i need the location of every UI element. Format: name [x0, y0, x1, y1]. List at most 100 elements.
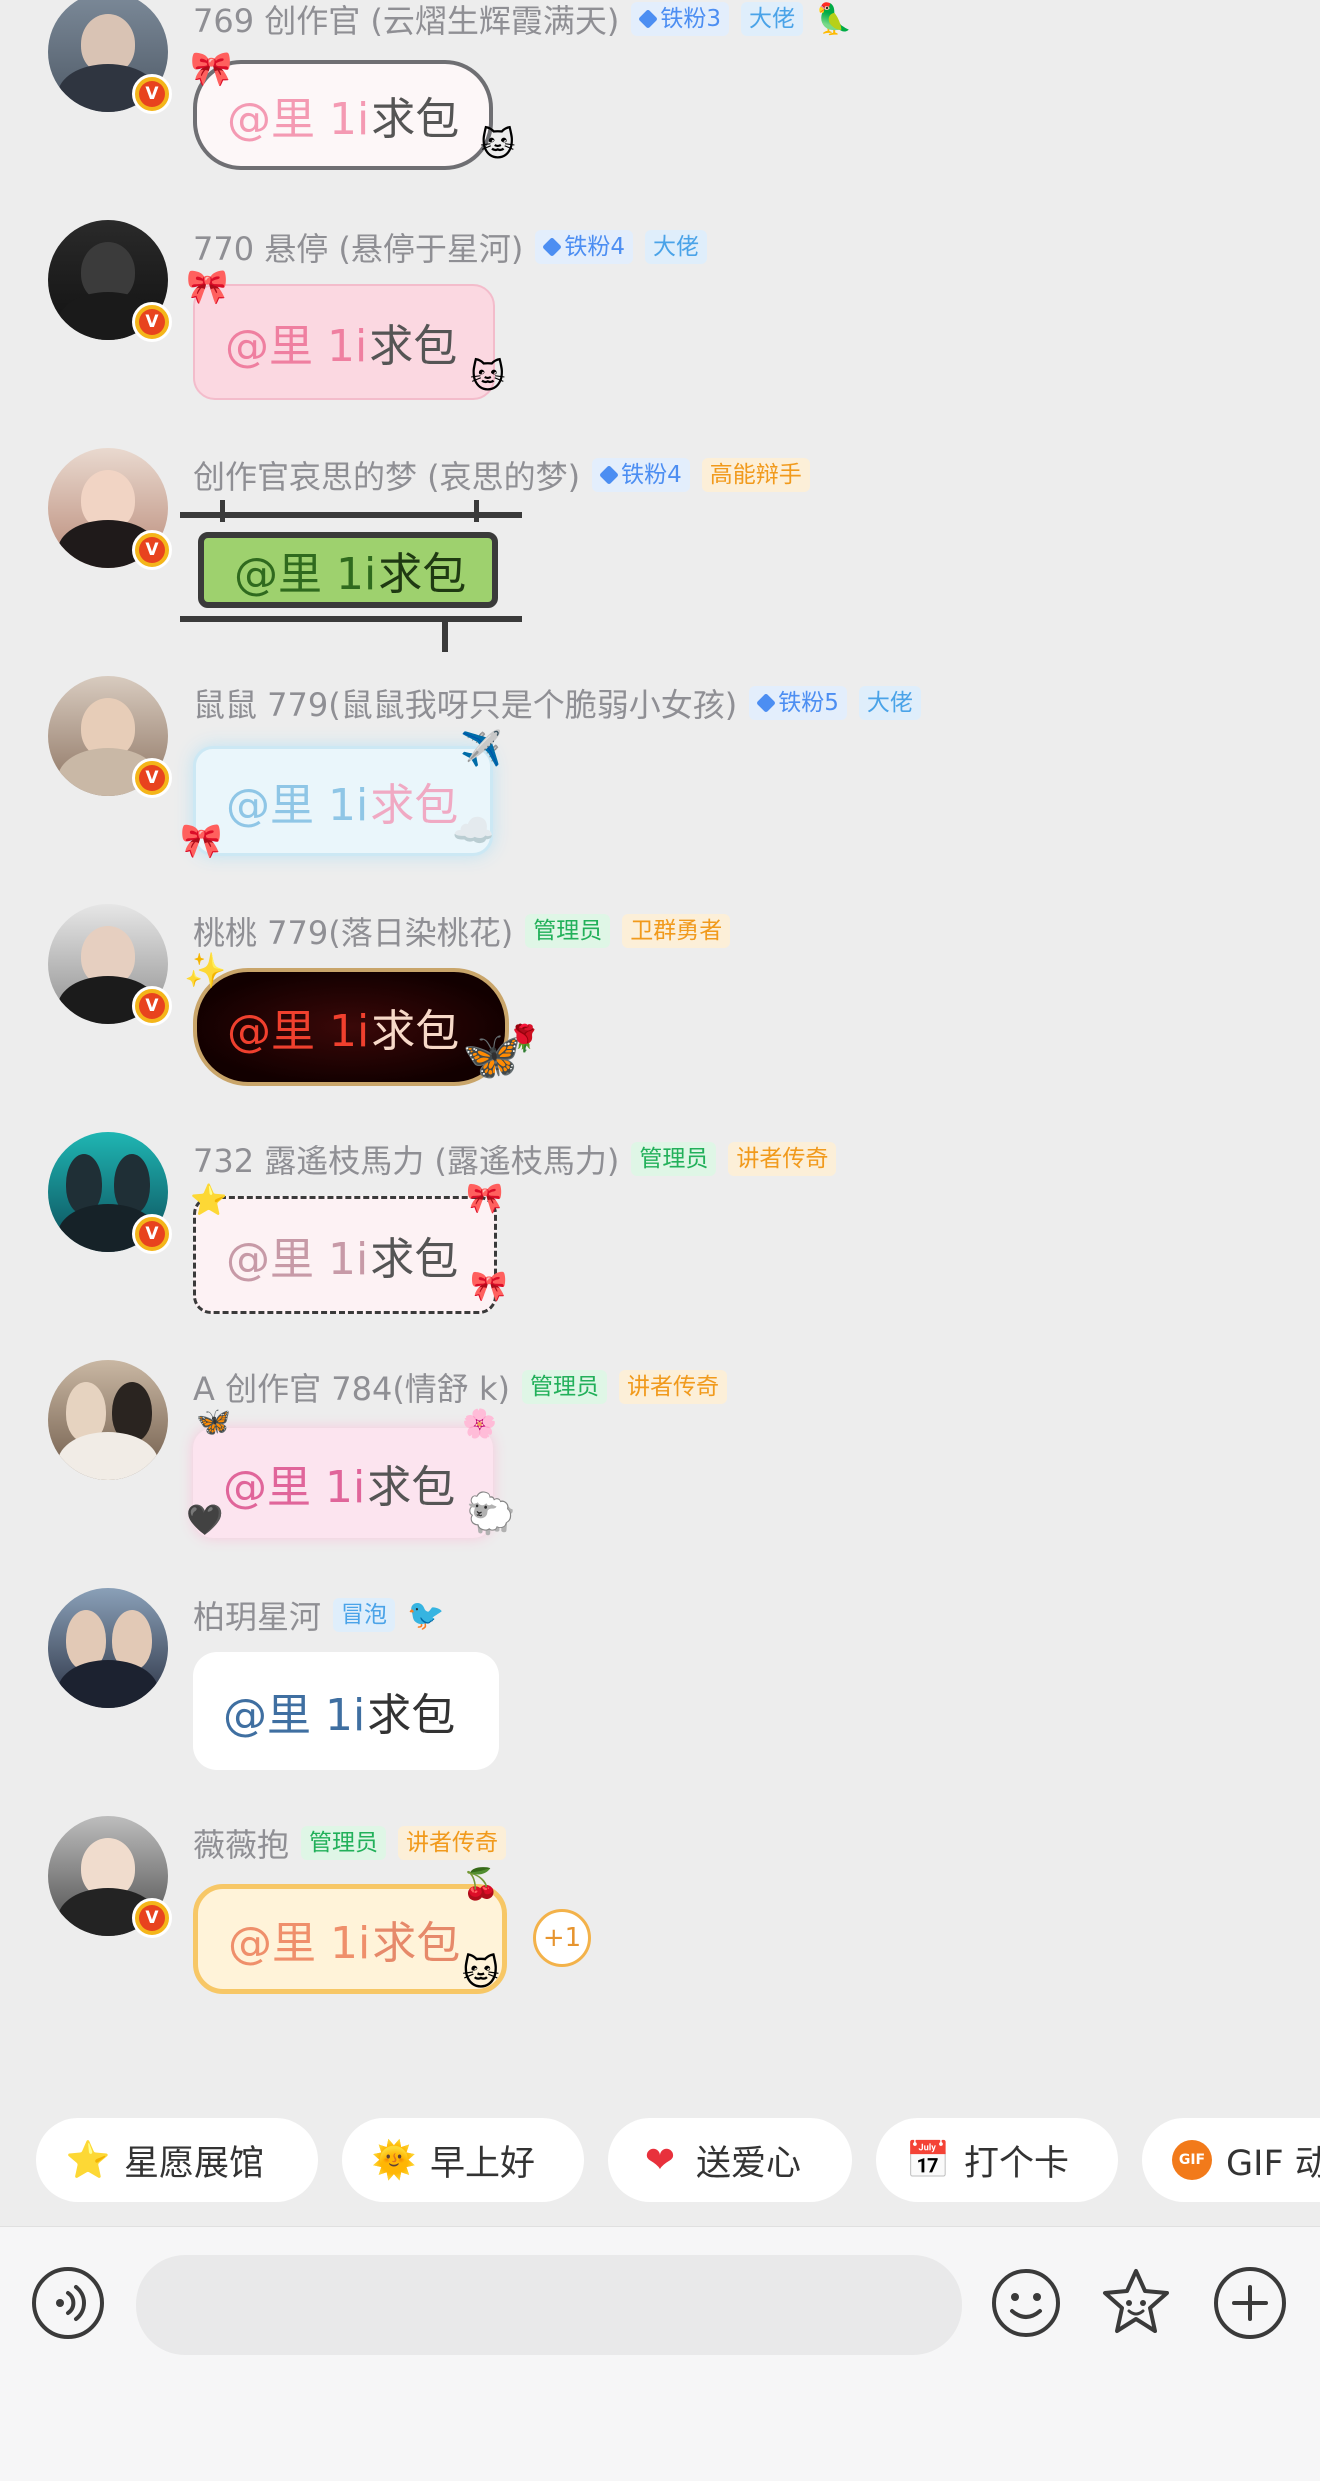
- bow-sticker-icon: 🎀: [180, 821, 223, 861]
- frame-post: [220, 500, 225, 522]
- shortcut-chip[interactable]: 📅 打个卡: [876, 2118, 1118, 2202]
- shortcut-chip[interactable]: ⭐ 星愿展馆: [36, 2118, 318, 2202]
- sender-name[interactable]: A 创作官 784(情舒 k): [193, 1364, 510, 1410]
- title-badge: 讲者传奇: [619, 1370, 727, 1404]
- avatar[interactable]: V: [48, 220, 172, 342]
- mention-text[interactable]: @里 1i: [228, 1907, 370, 1971]
- smiley-icon: [992, 2269, 1060, 2337]
- shortcut-label: 送爱心: [696, 2143, 802, 2184]
- chat-message: V 创作官哀思的梦 (哀思的梦) 铁粉4 高能辩手 @里 1i 求包: [0, 448, 1320, 676]
- message-text: 求包: [370, 1234, 459, 1285]
- heart-icon: ❤: [644, 2139, 676, 2181]
- sender-name[interactable]: 769 创作官 (云熠生辉霞满天): [193, 0, 619, 42]
- title-badge: 大佬: [741, 2, 804, 36]
- shortcut-label: 打个卡: [964, 2143, 1070, 2184]
- message-text: 求包: [369, 321, 458, 372]
- fan-level-badge: 铁粉4: [535, 230, 634, 264]
- shortcut-chip[interactable]: 🌞 早上好: [342, 2118, 584, 2202]
- fan-level-badge: 铁粉5: [749, 686, 847, 720]
- message-text: 求包: [370, 780, 459, 831]
- verified-badge: V: [132, 1214, 172, 1254]
- shortcut-chip[interactable]: GIF GIF 动: [1142, 2118, 1320, 2202]
- voice-input-button[interactable]: [32, 2267, 104, 2339]
- avatar[interactable]: V: [48, 0, 172, 114]
- diamond-icon: [638, 9, 659, 29]
- message-text: 求包: [367, 1690, 456, 1741]
- avatar[interactable]: V: [48, 676, 172, 798]
- title-badge: 冒泡: [333, 1598, 396, 1632]
- mention-text[interactable]: @里 1i: [223, 1679, 365, 1743]
- chat-message: V 770 悬停 (悬停于星河) 铁粉4 大佬 @里 1i 求包 🎀 🐱: [0, 220, 1320, 448]
- message-bubble[interactable]: @里 1i 求包: [193, 1884, 507, 1994]
- calendar-check-icon: 📅: [905, 2140, 951, 2181]
- sender-name[interactable]: 柏玥星河: [193, 1592, 321, 1638]
- avatar[interactable]: [48, 1360, 168, 1480]
- message-text: 求包: [371, 1006, 460, 1057]
- title-badge: 讲者传奇: [398, 1826, 507, 1860]
- sender-name[interactable]: 创作官哀思的梦 (哀思的梦): [193, 452, 580, 498]
- reaction-plus-one-button[interactable]: +1: [533, 1909, 591, 1967]
- mention-text[interactable]: @里 1i: [227, 995, 369, 1059]
- diamond-icon: [542, 237, 563, 257]
- message-bubble[interactable]: @里 1i 求包: [193, 1196, 497, 1314]
- mention-text[interactable]: @里 1i: [226, 1223, 368, 1287]
- fan-level-badge: 铁粉4: [592, 458, 690, 492]
- bow-sticker-icon: 🎀: [470, 1269, 508, 1304]
- message-bubble[interactable]: @里 1i 求包: [193, 746, 493, 856]
- message-bubble[interactable]: @里 1i 求包: [198, 532, 498, 608]
- kitty-sticker-icon: 🐱: [480, 125, 516, 165]
- mention-text[interactable]: @里 1i: [225, 310, 367, 374]
- avatar[interactable]: V: [48, 1816, 172, 1938]
- shortcut-label: GIF 动: [1226, 2143, 1320, 2184]
- shortcut-chip[interactable]: ❤ 送爱心: [608, 2118, 852, 2202]
- role-badge: 管理员: [522, 1370, 607, 1404]
- sender-name[interactable]: 770 悬停 (悬停于星河): [193, 224, 523, 270]
- sender-name[interactable]: 鼠鼠 779(鼠鼠我呀只是个脆弱小女孩): [193, 680, 737, 726]
- avatar[interactable]: V: [48, 448, 172, 570]
- sticker-button[interactable]: [1098, 2265, 1174, 2341]
- chat-message: A 创作官 784(情舒 k) 管理员 讲者传奇 @里 1i 求包 🦋 🌸 🖤 🐑: [0, 1360, 1320, 1588]
- chat-message-feed: V 769 创作官 (云熠生辉霞满天) 铁粉3 大佬 🦜 @里 1i 求包 🎀 🐱…: [0, 0, 1320, 2110]
- message-bubble[interactable]: @里 1i 求包: [193, 284, 495, 400]
- chat-message: V 732 露遙枝馬力 (露遙枝馬力) 管理员 讲者传奇 @里 1i 求包 ⭐ 🎀…: [0, 1132, 1320, 1360]
- message-text: 求包: [367, 1462, 456, 1513]
- frame-post: [474, 500, 479, 522]
- star-icon: ⭐: [65, 2140, 111, 2181]
- mention-text[interactable]: @里 1i: [227, 83, 369, 147]
- gif-icon: GIF: [1172, 2138, 1212, 2182]
- butterfly-sticker-icon: 🦋: [196, 1405, 231, 1438]
- paper-plane-sticker-icon: ✈️: [460, 729, 503, 769]
- parrot-icon: 🦜: [815, 1, 853, 37]
- message-bubble[interactable]: @里 1i 求包: [193, 1428, 493, 1538]
- sender-name[interactable]: 732 露遙枝馬力 (露遙枝馬力): [193, 1136, 619, 1182]
- sender-name[interactable]: 桃桃 779(落日染桃花): [193, 908, 513, 954]
- message-text: 求包: [371, 94, 460, 145]
- diamond-icon: [599, 465, 620, 485]
- cherry-sticker-icon: 🍒: [462, 1867, 500, 1902]
- message-bubble[interactable]: @里 1i 求包: [193, 60, 493, 170]
- mention-text[interactable]: @里 1i: [226, 769, 368, 833]
- avatar[interactable]: V: [48, 1132, 172, 1254]
- message-bubble[interactable]: @里 1i 求包: [193, 1652, 499, 1770]
- message-text-input[interactable]: [136, 2255, 962, 2355]
- mention-text[interactable]: @里 1i: [234, 538, 376, 602]
- bow-sticker-icon: 🎀: [190, 49, 233, 89]
- bow-sticker-icon: 🎀: [466, 1181, 504, 1216]
- sender-name[interactable]: 薇薇抱: [193, 1820, 289, 1866]
- star-face-icon: [1103, 2269, 1169, 2333]
- avatar[interactable]: [48, 1588, 168, 1708]
- mention-text[interactable]: @里 1i: [223, 1451, 365, 1515]
- emoji-button[interactable]: [990, 2267, 1062, 2339]
- diamond-icon: [756, 693, 777, 713]
- title-badge: 大佬: [645, 230, 708, 264]
- title-badge: 卫群勇者: [622, 914, 731, 948]
- plus-icon: [1232, 2285, 1268, 2321]
- more-actions-button[interactable]: [1214, 2267, 1286, 2339]
- verified-badge: V: [132, 758, 172, 798]
- flower-sticker-icon: 🌸: [462, 1407, 497, 1440]
- verified-badge: V: [132, 986, 172, 1026]
- role-badge: 管理员: [301, 1826, 387, 1860]
- avatar[interactable]: V: [48, 904, 172, 1026]
- chat-message: V 鼠鼠 779(鼠鼠我呀只是个脆弱小女孩) 铁粉5 大佬 @里 1i 求包 ✈️…: [0, 676, 1320, 904]
- chat-message: V 桃桃 779(落日染桃花) 管理员 卫群勇者 @里 1i 求包 ✨ 🦋 🌹: [0, 904, 1320, 1132]
